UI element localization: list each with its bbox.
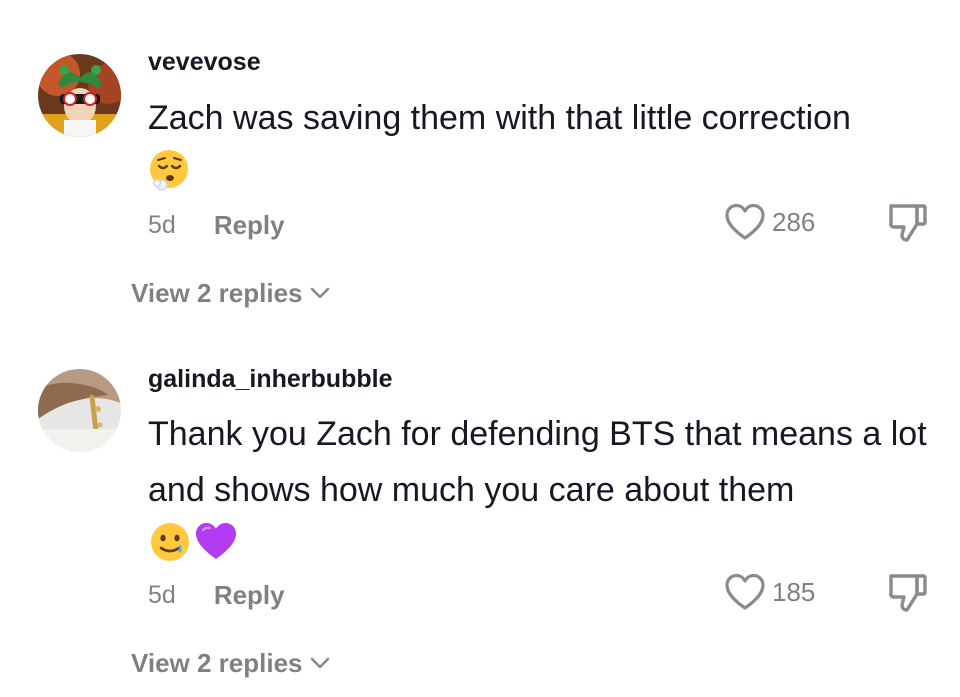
comment-time: 5d [148, 580, 176, 609]
comment-emojis [148, 520, 238, 564]
purple-heart-emoji [196, 523, 236, 559]
dislike-button[interactable] [885, 200, 933, 244]
avatar[interactable] [38, 369, 121, 452]
like-count: 185 [772, 576, 816, 607]
sighing-face-emoji [150, 150, 188, 191]
comment-meta: 5d Reply [148, 575, 285, 615]
reply-button[interactable]: Reply [214, 580, 285, 611]
like-button[interactable]: 286 [724, 200, 815, 244]
comment-item: galinda_inherbubble Thank you Zach for d… [0, 340, 960, 697]
comment-text: Thank you Zach for defending BTS that me… [148, 415, 927, 509]
avatar[interactable] [38, 54, 121, 137]
heart-outline-icon [725, 203, 765, 240]
chevron-down-icon [310, 657, 329, 669]
username[interactable]: galinda_inherbubble [148, 365, 392, 394]
comment-item: vevevose Zach was saving them with that … [0, 0, 960, 340]
thumbs-down-icon [889, 574, 927, 612]
view-replies-label: View 2 replies [131, 647, 303, 678]
heart-outline-icon [725, 573, 765, 610]
reply-button[interactable]: Reply [214, 210, 285, 241]
comment-emojis [148, 148, 192, 192]
comment-time: 5d [148, 210, 176, 239]
like-count: 286 [772, 206, 816, 237]
thumbs-down-icon [889, 204, 927, 242]
username[interactable]: vevevose [148, 48, 261, 77]
like-button[interactable]: 185 [724, 570, 815, 614]
view-replies-button[interactable]: View 2 replies [131, 275, 331, 311]
comment-meta: 5d Reply [148, 205, 285, 245]
view-replies-label: View 2 replies [131, 277, 303, 308]
chevron-down-icon [310, 287, 329, 299]
comment-text: Zach was saving them with that little co… [148, 99, 851, 137]
view-replies-button[interactable]: View 2 replies [131, 645, 331, 681]
smiling-face-with-tear-emoji [151, 523, 189, 561]
dislike-button[interactable] [885, 570, 933, 614]
